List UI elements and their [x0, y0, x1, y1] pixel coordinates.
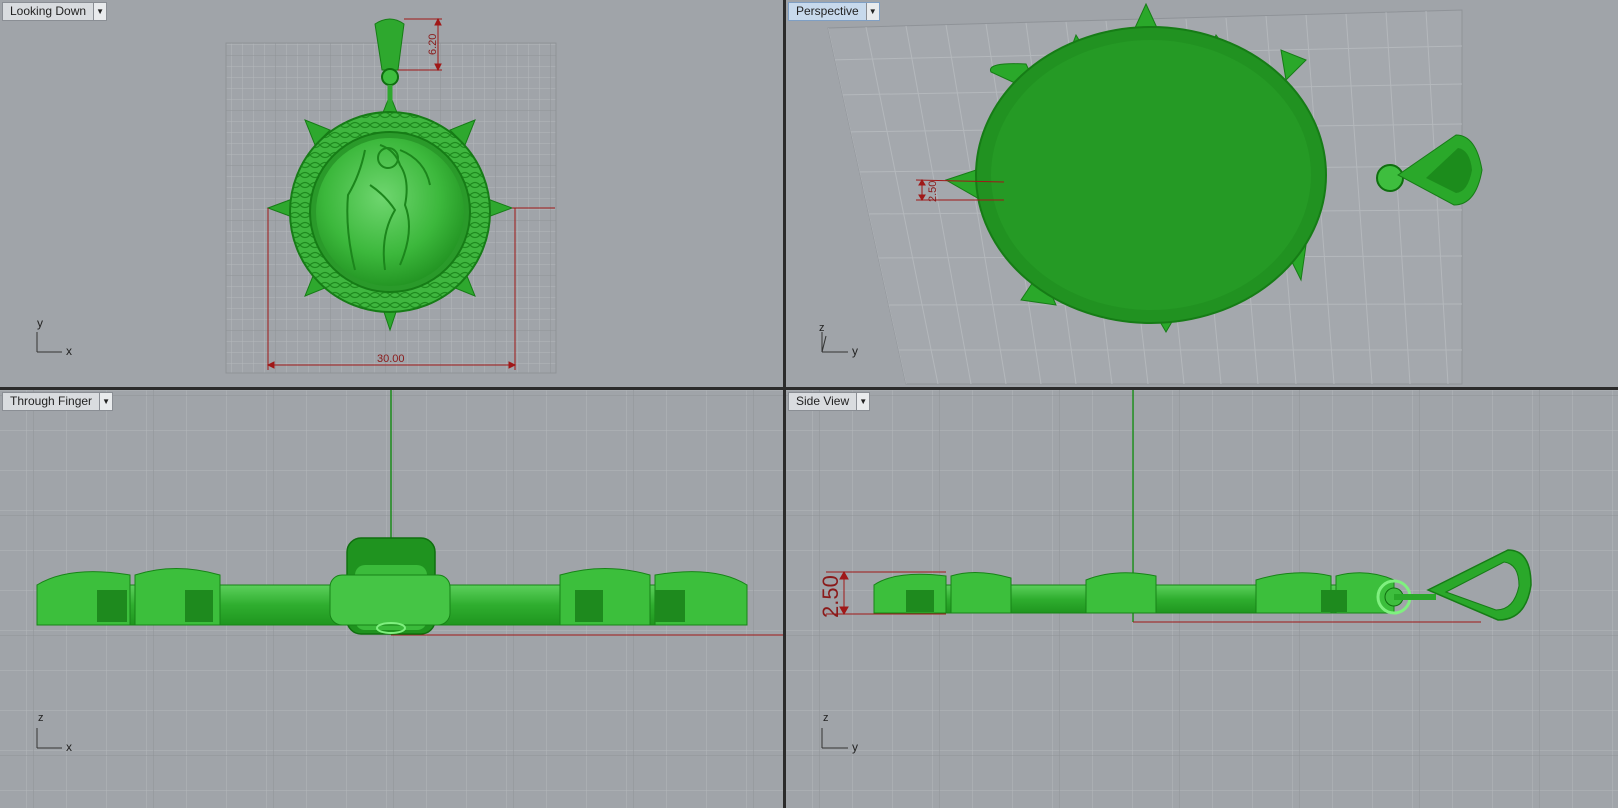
viewport-title[interactable]: Perspective — [789, 3, 866, 20]
axis-gizmo-persp — [821, 332, 848, 353]
viewport-through-finger[interactable]: z x Through Finger ▼ — [0, 390, 783, 808]
viewport-title[interactable]: Through Finger — [3, 393, 99, 410]
pendant-medallion — [316, 138, 464, 286]
side-view-scene: 2.50 — [786, 390, 1618, 808]
viewport-tab-looking-down[interactable]: Looking Down ▼ — [2, 2, 108, 21]
axis-label-y: y — [852, 344, 858, 358]
viewport-title[interactable]: Looking Down — [3, 3, 93, 20]
dim-pendant-width: 30.00 — [377, 353, 405, 365]
axis-label-z: z — [819, 322, 825, 334]
axis-label-x: x — [66, 344, 72, 358]
viewport-title[interactable]: Side View — [789, 393, 856, 410]
front-view-scene — [0, 390, 783, 808]
axis-label-z: z — [823, 712, 829, 724]
perspective-scene: 2.50 — [821, 2, 1483, 385]
dropdown-arrow-icon[interactable]: ▼ — [856, 393, 870, 410]
dim-thickness-persp: 2.50 — [927, 181, 939, 202]
viewport-tab-through-finger[interactable]: Through Finger ▼ — [2, 392, 114, 411]
bail-ring — [381, 68, 399, 86]
dropdown-arrow-icon[interactable]: ▼ — [865, 3, 879, 20]
top-view-scene: 6.20 30.00 — [36, 17, 557, 374]
viewport-tab-perspective[interactable]: Perspective ▼ — [788, 2, 880, 21]
dim-bail-height: 6.20 — [427, 34, 439, 55]
viewport-tab-side-view[interactable]: Side View ▼ — [788, 392, 871, 411]
dropdown-arrow-icon[interactable]: ▼ — [99, 393, 113, 410]
axis-label-y: y — [852, 740, 858, 754]
viewport-side-view[interactable]: 2.50 z y Side View ▼ — [786, 390, 1618, 808]
axis-label-y: y — [37, 316, 43, 330]
viewport-looking-down[interactable]: 6.20 30.00 y x Looking Down ▼ — [0, 0, 783, 387]
axis-label-z: z — [38, 712, 44, 724]
dropdown-arrow-icon[interactable]: ▼ — [93, 3, 107, 20]
dim-thickness-side: 2.50 — [818, 575, 843, 618]
axis-gizmo-top — [36, 332, 62, 353]
axis-label-x: x — [66, 740, 72, 754]
viewport-perspective[interactable]: 2.50 z y Perspective ▼ — [786, 0, 1618, 387]
